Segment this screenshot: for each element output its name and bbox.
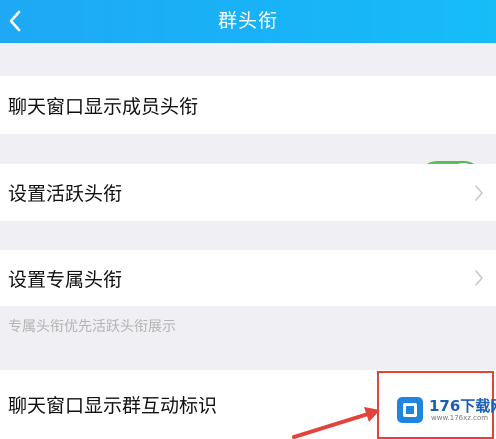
show-member-title-label: 聊天窗口显示成员头衔: [8, 95, 199, 118]
exclusive-title-hint: 专属头衔优先活跃头衔展示: [8, 319, 176, 335]
page-title: 群头衔: [217, 10, 278, 32]
set-active-title-row[interactable]: 设置活跃头衔: [0, 164, 496, 221]
show-member-title-row: 聊天窗口显示成员头衔: [0, 76, 496, 202]
set-exclusive-title-label: 设置专属头衔: [8, 268, 123, 291]
watermark-url: www.176xz.com: [431, 414, 489, 422]
title-bar: 群头衔: [0, 0, 496, 43]
chevron-right-icon: [475, 270, 483, 286]
watermark-brand: 176下载网: [429, 397, 496, 415]
watermark-logo: 176下载网 www.176xz.com: [395, 392, 496, 428]
group-title-settings-page: 群头衔 聊天窗口显示成员头衔 设置活跃头衔 设置专属头衔 专属头衔优先活跃头衔展…: [0, 0, 496, 439]
show-group-interaction-label: 聊天窗口显示群互动标识: [8, 395, 218, 417]
chevron-right-icon: [475, 184, 483, 201]
red-arrow-icon: [292, 407, 380, 439]
set-exclusive-title-row[interactable]: 设置专属头衔: [0, 250, 496, 306]
cube-logo-icon: [397, 397, 423, 423]
set-active-title-label: 设置活跃头衔: [8, 183, 123, 205]
